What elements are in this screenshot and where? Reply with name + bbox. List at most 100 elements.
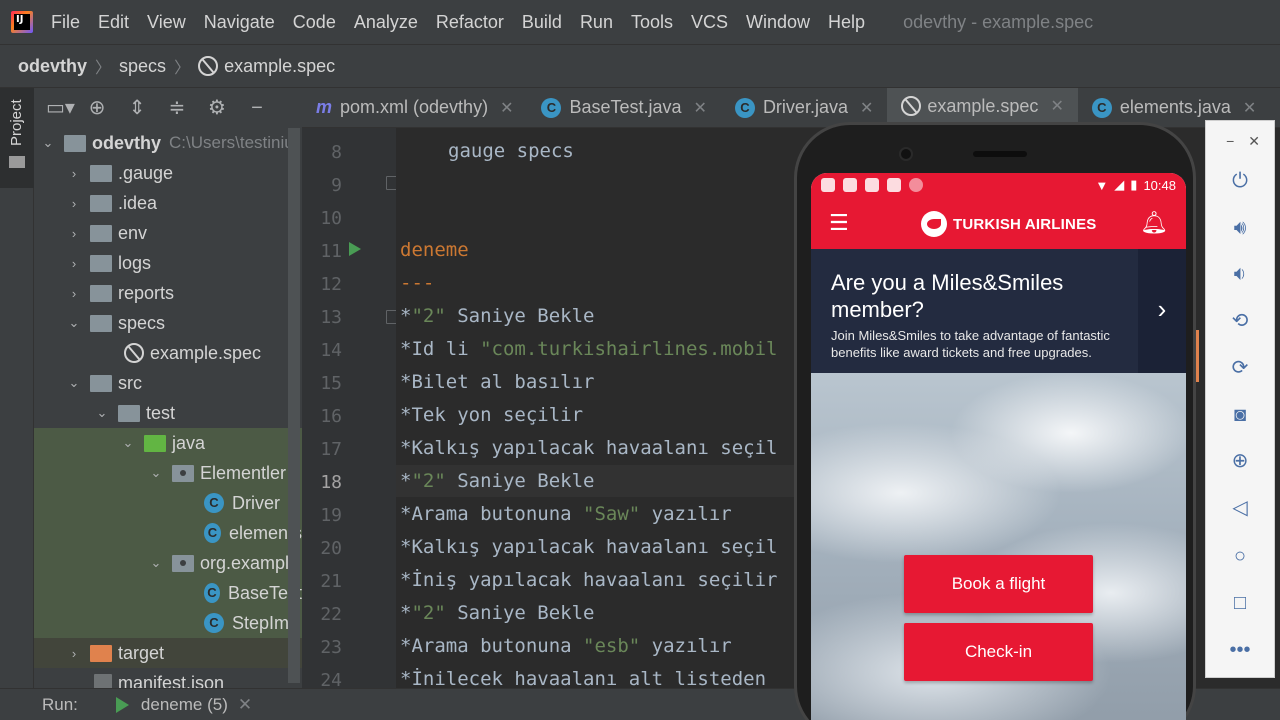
volume-down-icon[interactable]: 🔉︎ <box>1225 259 1255 289</box>
hide-icon[interactable]: − <box>246 97 268 119</box>
chevron-right-icon[interactable]: › <box>66 646 82 661</box>
tab-basetest[interactable]: C BaseTest.java ✕ <box>527 88 720 127</box>
menu-file[interactable]: File <box>51 12 80 33</box>
menu-analyze[interactable]: Analyze <box>354 12 418 33</box>
breadcrumb-file[interactable]: example.spec <box>224 56 335 77</box>
hamburger-menu-icon[interactable]: ☰ <box>829 210 849 236</box>
chevron-down-icon[interactable]: ⌄ <box>66 375 82 391</box>
json-file-icon <box>94 674 112 688</box>
tree-item-example-spec[interactable]: example.spec <box>34 338 302 368</box>
zoom-icon[interactable]: ⊕ <box>1225 446 1255 476</box>
chevron-right-icon[interactable]: › <box>66 256 82 271</box>
device-screen[interactable]: ▼ ◢ ▮ 10:48 ☰ TURKISH AIRLINES 🔔︎ Are yo… <box>811 173 1186 720</box>
collapse-all-icon[interactable]: ≑ <box>166 97 188 119</box>
menu-view[interactable]: View <box>147 12 186 33</box>
run-scenario-icon[interactable] <box>349 242 361 256</box>
tree-item-reports[interactable]: › reports <box>34 278 302 308</box>
folder-icon <box>118 404 140 422</box>
chevron-right-icon[interactable]: › <box>66 226 82 241</box>
run-tab-deneme[interactable]: deneme (5) ✕ <box>115 695 252 715</box>
close-icon[interactable]: ✕ <box>860 98 873 118</box>
tree-item-org-example[interactable]: ⌄ org.example <box>34 548 302 578</box>
camera-icon[interactable]: ◙ <box>1225 400 1255 430</box>
java-class-icon: C <box>204 523 221 543</box>
close-icon[interactable]: ✕ <box>694 98 707 118</box>
close-icon[interactable]: ✕ <box>1050 96 1063 116</box>
chevron-down-icon[interactable]: ⌄ <box>148 465 164 481</box>
view-mode-icon[interactable]: ▭▾ <box>46 97 75 119</box>
menu-build[interactable]: Build <box>522 12 562 33</box>
close-icon[interactable]: ✕ <box>238 695 252 715</box>
tree-item-idea[interactable]: › .idea <box>34 188 302 218</box>
folder-icon <box>90 374 112 392</box>
book-flight-button[interactable]: Book a flight <box>904 555 1093 613</box>
expand-all-icon[interactable]: ⇕ <box>126 97 148 119</box>
rotate-right-icon[interactable]: ⟳ <box>1225 353 1255 383</box>
menu-vcs[interactable]: VCS <box>691 12 728 33</box>
tree-root[interactable]: ⌄ odevthy C:\Users\testiniu <box>34 128 302 158</box>
tree-item-basetest[interactable]: C BaseTest <box>34 578 302 608</box>
overview-icon[interactable]: □ <box>1225 588 1255 618</box>
breadcrumb-specs[interactable]: specs <box>119 56 166 77</box>
tree-item-env[interactable]: › env <box>34 218 302 248</box>
code-token: *Arama butonuna <box>400 503 584 525</box>
code-line-18: *"2" Saniye Bekle <box>400 470 595 492</box>
tree-item-specs[interactable]: ⌄ specs <box>34 308 302 338</box>
project-tool-tab[interactable]: Project <box>0 88 34 188</box>
menu-refactor[interactable]: Refactor <box>436 12 504 33</box>
tree-item-stepimp[interactable]: C StepImp <box>34 608 302 638</box>
tree-item-test[interactable]: ⌄ test <box>34 398 302 428</box>
rotate-left-icon[interactable]: ⟲ <box>1225 306 1255 336</box>
tree-item-elementler[interactable]: ⌄ Elementler <box>34 458 302 488</box>
more-icon[interactable]: ••• <box>1225 635 1255 665</box>
close-icon[interactable]: ✕ <box>1248 133 1260 150</box>
chevron-right-icon[interactable]: › <box>66 286 82 301</box>
tree-item-driver[interactable]: C Driver <box>34 488 302 518</box>
line-number-current: 18 <box>320 472 342 493</box>
volume-up-icon[interactable]: 🔊︎ <box>1225 213 1255 243</box>
miles-smiles-banner[interactable]: Are you a Miles&Smiles member? Join Mile… <box>811 249 1186 373</box>
back-icon[interactable]: ◁ <box>1225 493 1255 523</box>
tree-item-src[interactable]: ⌄ src <box>34 368 302 398</box>
chevron-down-icon[interactable]: ⌄ <box>148 555 164 571</box>
menu-help[interactable]: Help <box>828 12 865 33</box>
menu-window[interactable]: Window <box>746 12 810 33</box>
gear-icon[interactable]: ⚙ <box>206 97 228 119</box>
close-icon[interactable]: ✕ <box>1243 98 1256 118</box>
bell-icon[interactable]: 🔔︎ <box>1140 210 1168 236</box>
check-in-button[interactable]: Check-in <box>904 623 1093 681</box>
chevron-right-icon[interactable]: › <box>66 196 82 211</box>
menu-tools[interactable]: Tools <box>631 12 673 33</box>
locate-icon[interactable]: ⊕ <box>86 97 108 119</box>
tree-item-elements[interactable]: Celements <box>34 518 302 548</box>
close-icon[interactable]: ✕ <box>500 98 513 118</box>
tree-item-target[interactable]: › target <box>34 638 302 668</box>
chevron-down-icon[interactable]: ⌄ <box>120 435 136 451</box>
code-token: * <box>400 305 412 327</box>
menu-code[interactable]: Code <box>293 12 336 33</box>
java-class-icon: C <box>204 613 224 633</box>
chevron-right-icon[interactable]: › <box>1138 249 1186 373</box>
package-icon <box>172 554 194 572</box>
breadcrumb: odevthy 〉 specs 〉 example.spec <box>0 44 1280 88</box>
tab-pom-xml[interactable]: m pom.xml (odevthy) ✕ <box>302 88 527 127</box>
home-icon[interactable]: ○ <box>1225 541 1255 571</box>
signal-icon: ◢ <box>1114 177 1125 192</box>
power-icon[interactable]: ⏻ <box>1225 166 1255 196</box>
project-scrollbar[interactable] <box>288 128 300 683</box>
chevron-down-icon[interactable]: ⌄ <box>40 135 56 151</box>
tree-item-java[interactable]: ⌄ java <box>34 428 302 458</box>
menu-navigate[interactable]: Navigate <box>204 12 275 33</box>
chevron-right-icon[interactable]: › <box>66 166 82 181</box>
tree-item-manifest[interactable]: manifest.json <box>34 668 302 688</box>
tree-item-gauge[interactable]: › .gauge <box>34 158 302 188</box>
project-tab-label: Project <box>8 99 25 146</box>
minimize-icon[interactable]: − <box>1226 133 1234 149</box>
breadcrumb-project[interactable]: odevthy <box>18 56 87 77</box>
menu-edit[interactable]: Edit <box>98 12 129 33</box>
tree-item-logs[interactable]: › logs <box>34 248 302 278</box>
menu-run[interactable]: Run <box>580 12 613 33</box>
chevron-down-icon[interactable]: ⌄ <box>66 315 82 331</box>
chevron-down-icon[interactable]: ⌄ <box>94 405 110 421</box>
code-string: "2" <box>411 602 446 624</box>
